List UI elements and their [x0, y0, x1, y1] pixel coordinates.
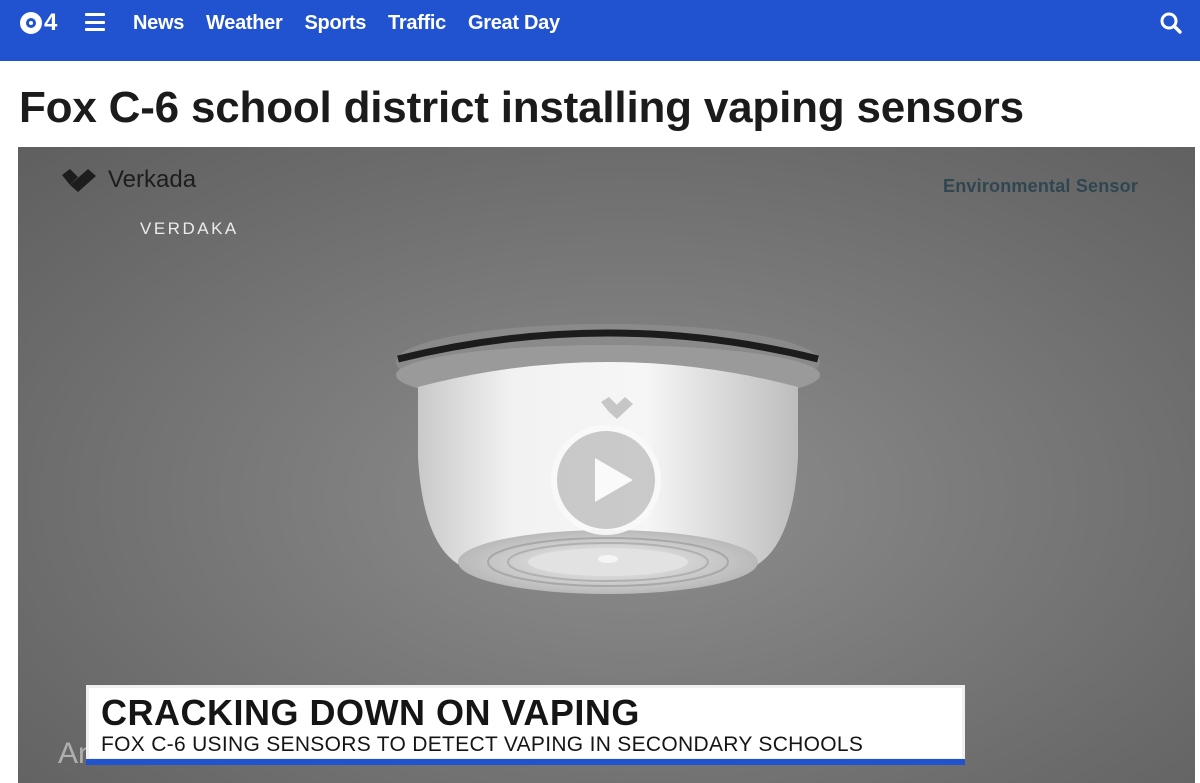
search-icon[interactable]: [1159, 11, 1183, 35]
lower-third-subtitle: FOX C-6 USING SENSORS TO DETECT VAPING I…: [101, 733, 864, 756]
top-nav-bar: 4 News Weather Sports Traffic Great Day: [0, 0, 1200, 61]
nav-item-traffic[interactable]: Traffic: [388, 12, 446, 35]
station-logo[interactable]: 4: [20, 10, 57, 36]
verkada-logo-icon: [62, 169, 96, 192]
video-brand: Verkada: [60, 166, 196, 194]
brand-name: Verkada: [108, 166, 197, 193]
nav-item-news[interactable]: News: [133, 12, 184, 35]
lower-third-banner: CRACKING DOWN ON VAPING FOX C-6 USING SE…: [86, 685, 965, 761]
cbs-eye-icon: [20, 12, 42, 34]
product-label: Environmental Sensor: [943, 176, 1139, 196]
logo-number: 4: [44, 9, 58, 36]
nav-item-great-day[interactable]: Great Day: [468, 12, 560, 35]
video-player[interactable]: Verkada VERDAKA Environmental Sensor An …: [18, 147, 1195, 783]
nav-item-weather[interactable]: Weather: [206, 12, 283, 35]
article-headline: Fox C-6 school district installing vapin…: [19, 83, 1024, 132]
lower-third-accent-bar: [86, 759, 965, 765]
play-icon[interactable]: [551, 425, 661, 535]
lower-third-title: CRACKING DOWN ON VAPING: [101, 692, 640, 733]
brand-caption: VERDAKA: [140, 219, 239, 238]
nav-item-sports[interactable]: Sports: [305, 12, 367, 35]
main-nav: News Weather Sports Traffic Great Day: [133, 8, 582, 38]
hamburger-menu-icon[interactable]: [85, 13, 105, 31]
